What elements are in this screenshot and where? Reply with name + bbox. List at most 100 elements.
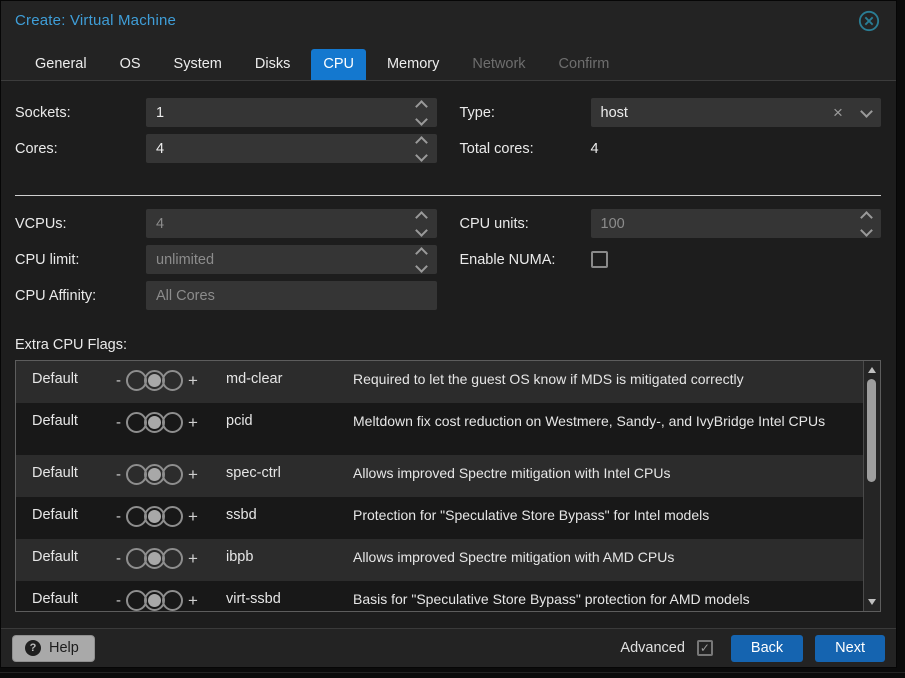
flag-description: Allows improved Spectre mitigation with … — [353, 539, 863, 571]
cpu-flag-row-ibpb: Default - + ibpb Allows improved Spectre… — [16, 539, 863, 581]
slider-minus-label: - — [116, 550, 121, 567]
flag-description: Basis for "Speculative Store Bypass" pro… — [353, 581, 863, 612]
back-button[interactable]: Back — [731, 635, 803, 662]
flag-state-label: Default — [32, 361, 116, 387]
cores-row: Cores: — [15, 134, 437, 163]
tab-cpu[interactable]: CPU — [311, 49, 366, 80]
flag-name: ssbd — [226, 497, 353, 523]
cpu-limit-spinner-buttons[interactable] — [407, 245, 437, 274]
flag-description: Allows improved Spectre mitigation with … — [353, 455, 863, 487]
cpu-flag-row-md-clear: Default - + md-clear Required to let the… — [16, 361, 863, 403]
cpu-flag-row-spec-ctrl: Default - + spec-ctrl Allows improved Sp… — [16, 455, 863, 497]
cpu-units-spinner-buttons[interactable] — [851, 209, 881, 238]
cpu-form-panel: Sockets: Cores: — [1, 81, 896, 628]
tab-disks[interactable]: Disks — [243, 49, 302, 80]
cpu-affinity-input[interactable] — [146, 281, 437, 310]
cpu-limit-input[interactable] — [146, 245, 407, 274]
dialog-titlebar: Create: Virtual Machine — [1, 1, 896, 43]
cpu-limit-label: CPU limit: — [15, 252, 146, 268]
spinner-up-icon[interactable] — [415, 100, 428, 113]
sockets-row: Sockets: — [15, 98, 437, 127]
vcpus-input[interactable] — [146, 209, 407, 238]
dialog-title: Create: Virtual Machine — [15, 12, 176, 29]
tab-memory[interactable]: Memory — [375, 49, 451, 80]
chevron-down-icon[interactable] — [851, 107, 881, 118]
spinner-down-icon[interactable] — [415, 149, 428, 162]
slider-on-position[interactable] — [162, 370, 183, 391]
spinner-up-icon[interactable] — [415, 247, 428, 260]
slider-on-position[interactable] — [162, 590, 183, 611]
spinner-down-icon[interactable] — [415, 224, 428, 237]
help-button[interactable]: ? Help — [12, 635, 95, 662]
vcpus-spinner-buttons[interactable] — [407, 209, 437, 238]
type-label: Type: — [460, 105, 591, 121]
cpu-units-stepper — [591, 209, 882, 238]
flag-tristate-slider[interactable]: - + — [116, 539, 226, 569]
slider-plus-label: + — [188, 413, 198, 433]
cpu-flags-rows: Default - + md-clear Required to let the… — [16, 361, 863, 612]
flag-state-label: Default — [32, 403, 116, 429]
scroll-up-arrow-icon[interactable] — [864, 363, 880, 377]
slider-minus-label: - — [116, 414, 121, 431]
slider-on-position[interactable] — [162, 412, 183, 433]
cpu-units-row: CPU units: — [460, 209, 882, 238]
flag-name: pcid — [226, 403, 353, 429]
sockets-input[interactable] — [146, 98, 407, 127]
slider-minus-label: - — [116, 466, 121, 483]
cores-stepper — [146, 134, 437, 163]
spinner-down-icon[interactable] — [415, 113, 428, 126]
slider-plus-label: + — [188, 371, 198, 391]
tab-os[interactable]: OS — [108, 49, 153, 80]
tab-network: Network — [460, 49, 537, 80]
clear-icon[interactable]: × — [825, 98, 851, 127]
cpu-units-input[interactable] — [591, 209, 852, 238]
cores-label: Cores: — [15, 141, 146, 157]
flag-description: Meltdown fix cost reduction on Westmere,… — [353, 403, 863, 435]
cpu-flag-row-pcid: Default - + pcid Meltdown fix cost reduc… — [16, 403, 863, 455]
flag-tristate-slider[interactable]: - + — [116, 497, 226, 527]
tab-general[interactable]: General — [23, 49, 99, 80]
slider-plus-label: + — [188, 549, 198, 569]
scrollbar-thumb[interactable] — [867, 379, 876, 482]
slider-on-position[interactable] — [162, 506, 183, 527]
spinner-down-icon[interactable] — [860, 224, 873, 237]
flag-tristate-slider[interactable]: - + — [116, 403, 226, 433]
spinner-down-icon[interactable] — [415, 260, 428, 273]
flag-tristate-slider[interactable]: - + — [116, 361, 226, 391]
next-button[interactable]: Next — [815, 635, 885, 662]
help-button-label: Help — [49, 640, 79, 656]
type-input[interactable] — [591, 98, 826, 127]
flag-description: Protection for "Speculative Store Bypass… — [353, 497, 863, 529]
tab-system[interactable]: System — [162, 49, 234, 80]
spinner-up-icon[interactable] — [860, 211, 873, 224]
close-icon[interactable] — [858, 10, 880, 32]
dialog-footer: ? Help Advanced ✓ Back Next — [1, 628, 896, 667]
enable-numa-checkbox[interactable] — [591, 251, 608, 268]
sockets-spinner-buttons[interactable] — [407, 98, 437, 127]
advanced-section-divider — [15, 195, 881, 196]
slider-on-position[interactable] — [162, 548, 183, 569]
spinner-up-icon[interactable] — [415, 136, 428, 149]
flag-name: ibpb — [226, 539, 353, 565]
wizard-tabbar: General OS System Disks CPU Memory Netwo… — [1, 43, 896, 81]
advanced-checkbox[interactable]: ✓ — [697, 640, 713, 656]
cores-input[interactable] — [146, 134, 407, 163]
flag-tristate-slider[interactable]: - + — [116, 455, 226, 485]
cores-spinner-buttons[interactable] — [407, 134, 437, 163]
flag-tristate-slider[interactable]: - + — [116, 581, 226, 611]
cpu-units-label: CPU units: — [460, 216, 591, 232]
cpu-affinity-row: CPU Affinity: — [15, 281, 437, 310]
slider-plus-label: + — [188, 507, 198, 527]
slider-minus-label: - — [116, 508, 121, 525]
sockets-stepper — [146, 98, 437, 127]
spinner-up-icon[interactable] — [415, 211, 428, 224]
cpu-flags-grid: Default - + md-clear Required to let the… — [15, 360, 881, 612]
flag-state-label: Default — [32, 539, 116, 565]
slider-on-position[interactable] — [162, 464, 183, 485]
cpu-limit-stepper — [146, 245, 437, 274]
flags-scrollbar[interactable] — [863, 361, 880, 611]
scroll-down-arrow-icon[interactable] — [864, 595, 880, 609]
cpu-flag-row-virt-ssbd: Default - + virt-ssbd Basis for "Specula… — [16, 581, 863, 612]
slider-plus-label: + — [188, 465, 198, 485]
flag-state-label: Default — [32, 581, 116, 607]
